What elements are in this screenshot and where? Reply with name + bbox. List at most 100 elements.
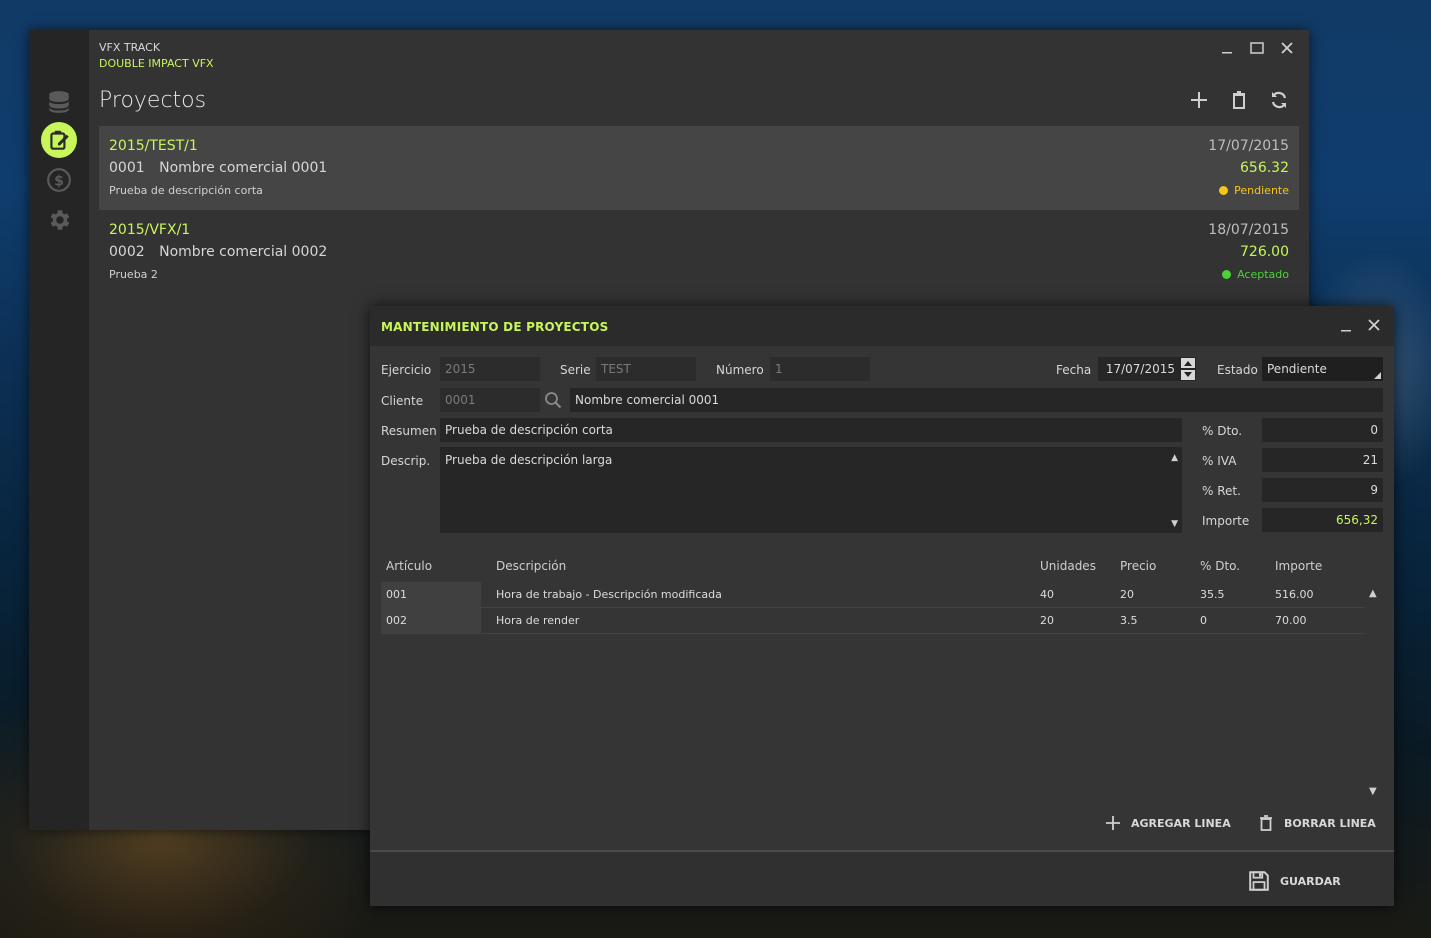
cell-articulo[interactable]: 001 [386,588,407,601]
delete-project-button[interactable] [1229,88,1249,112]
delete-line-button[interactable]: BORRAR LINEA [1258,815,1376,831]
project-client-name: Nombre comercial 0001 [159,160,328,176]
trash-icon [1233,91,1245,109]
save-button[interactable]: GUARDAR [1248,870,1341,892]
spin-down-button[interactable] [1180,369,1196,381]
sidebar-item-database[interactable] [41,84,77,120]
refresh-button[interactable] [1269,88,1289,112]
estado-select[interactable]: Pendiente [1262,357,1383,381]
cell-precio[interactable]: 3.5 [1120,614,1138,627]
cell-importe[interactable]: 516.00 [1275,588,1314,601]
column-header-descripcion[interactable]: Descripción [496,559,566,573]
project-client-code: 0002 [109,244,145,260]
close-button[interactable] [1279,40,1295,56]
gear-icon [50,210,70,230]
cell-unidades[interactable]: 40 [1040,588,1054,601]
minimize-button[interactable] [1219,40,1235,56]
dropdown-arrow-icon [1374,372,1381,379]
add-project-button[interactable] [1189,88,1209,112]
cell-descripcion[interactable]: Hora de trabajo - Descripción modificada [496,588,722,601]
iva-field[interactable] [1262,448,1383,472]
dto-field[interactable] [1262,418,1383,442]
sidebar-item-settings[interactable] [41,202,77,238]
column-header-dto[interactable]: % Dto. [1200,559,1240,573]
project-date: 18/07/2015 [1208,222,1289,238]
importe-field [1262,508,1383,532]
minimize-icon [1222,52,1232,54]
cell-unidades[interactable]: 20 [1040,614,1054,627]
project-maintenance-dialog: MANTENIMIENTO DE PROYECTOS Ejercicio Ser… [370,306,1394,906]
spin-up-button[interactable] [1180,357,1196,369]
delete-line-label: BORRAR LINEA [1284,816,1376,830]
window-controls [1219,40,1295,56]
toolbar [1189,88,1289,112]
dialog-header: MANTENIMIENTO DE PROYECTOS [370,306,1394,346]
estado-value: Pendiente [1267,362,1327,376]
serie-label: Serie [560,363,591,377]
add-line-label: AGREGAR LINEA [1131,816,1231,830]
descrip-label: Descrip. [381,454,431,468]
table-row[interactable]: 002 Hora de render 20 3.5 0 70.00 [381,608,1365,634]
grid-scroll-down-icon[interactable]: ▼ [1369,786,1377,797]
edit-icon [50,130,69,150]
grid-scroll-up-icon[interactable]: ▲ [1369,588,1377,599]
column-header-precio[interactable]: Precio [1120,559,1156,573]
importe-label: Importe [1202,514,1250,528]
ejercicio-field[interactable] [440,357,540,381]
project-list-item[interactable]: 2015/TEST/1 0001 Nombre comercial 0001 P… [99,126,1299,210]
database-icon [49,91,69,113]
add-line-button[interactable]: AGREGAR LINEA [1105,815,1231,831]
sidebar-item-projects[interactable] [41,122,77,158]
scroll-up-icon[interactable]: ▲ [1171,453,1178,463]
descrip-value: Prueba de descripción larga [445,453,613,467]
fecha-field[interactable] [1098,357,1180,381]
numero-label: Número [716,363,764,377]
cell-articulo[interactable]: 002 [386,614,407,627]
status-label: Aceptado [1237,268,1289,281]
sidebar-item-billing[interactable]: $ [41,162,77,198]
cliente-name-field[interactable] [570,388,1383,412]
serie-field[interactable] [596,357,696,381]
project-client-code: 0001 [109,160,145,176]
refresh-icon [1271,91,1287,109]
maximize-button[interactable] [1249,40,1265,56]
app-title: VFX TRACK [99,41,161,54]
scroll-down-icon[interactable]: ▼ [1171,519,1178,529]
cell-descripcion[interactable]: Hora de render [496,614,579,627]
project-status: Pendiente [1219,184,1289,197]
column-header-unidades[interactable]: Unidades [1040,559,1096,573]
client-search-button[interactable] [544,391,562,409]
cell-dto[interactable]: 0 [1200,614,1207,627]
cliente-label: Cliente [381,394,424,408]
project-client-name: Nombre comercial 0002 [159,244,328,260]
column-header-importe[interactable]: Importe [1275,559,1322,573]
numero-field[interactable] [770,357,870,381]
cell-dto[interactable]: 35.5 [1200,588,1225,601]
fecha-spinner[interactable] [1180,357,1196,381]
plus-icon [1106,816,1120,830]
ret-label: % Ret. [1202,484,1241,498]
project-amount: 656.32 [1240,160,1289,176]
dialog-minimize-button[interactable] [1340,318,1352,335]
project-list-item[interactable]: 2015/VFX/1 0002 Nombre comercial 0002 Pr… [99,210,1299,294]
sidebar: $ [29,30,89,830]
table-row[interactable]: 001 Hora de trabajo - Descripción modifi… [381,582,1365,608]
cell-importe[interactable]: 70.00 [1275,614,1307,627]
ret-field[interactable] [1262,478,1383,502]
project-status: Aceptado [1222,268,1289,281]
resumen-field[interactable] [440,418,1182,442]
trash-icon [1260,815,1272,831]
dialog-close-button[interactable] [1368,318,1380,335]
status-dot-icon [1219,186,1229,195]
project-client: 0001 Nombre comercial 0001 [109,160,337,176]
descrip-textarea[interactable]: Prueba de descripción larga ▲ ▼ [440,447,1182,533]
cell-precio[interactable]: 20 [1120,588,1134,601]
svg-text:$: $ [54,173,64,189]
project-date: 17/07/2015 [1208,138,1289,154]
ejercicio-label: Ejercicio [381,363,432,377]
resumen-label: Resumen [381,424,437,438]
column-header-articulo[interactable]: Artículo [386,559,432,573]
close-icon [1281,42,1293,54]
cliente-code-field[interactable] [440,388,540,412]
close-icon [1368,319,1380,331]
